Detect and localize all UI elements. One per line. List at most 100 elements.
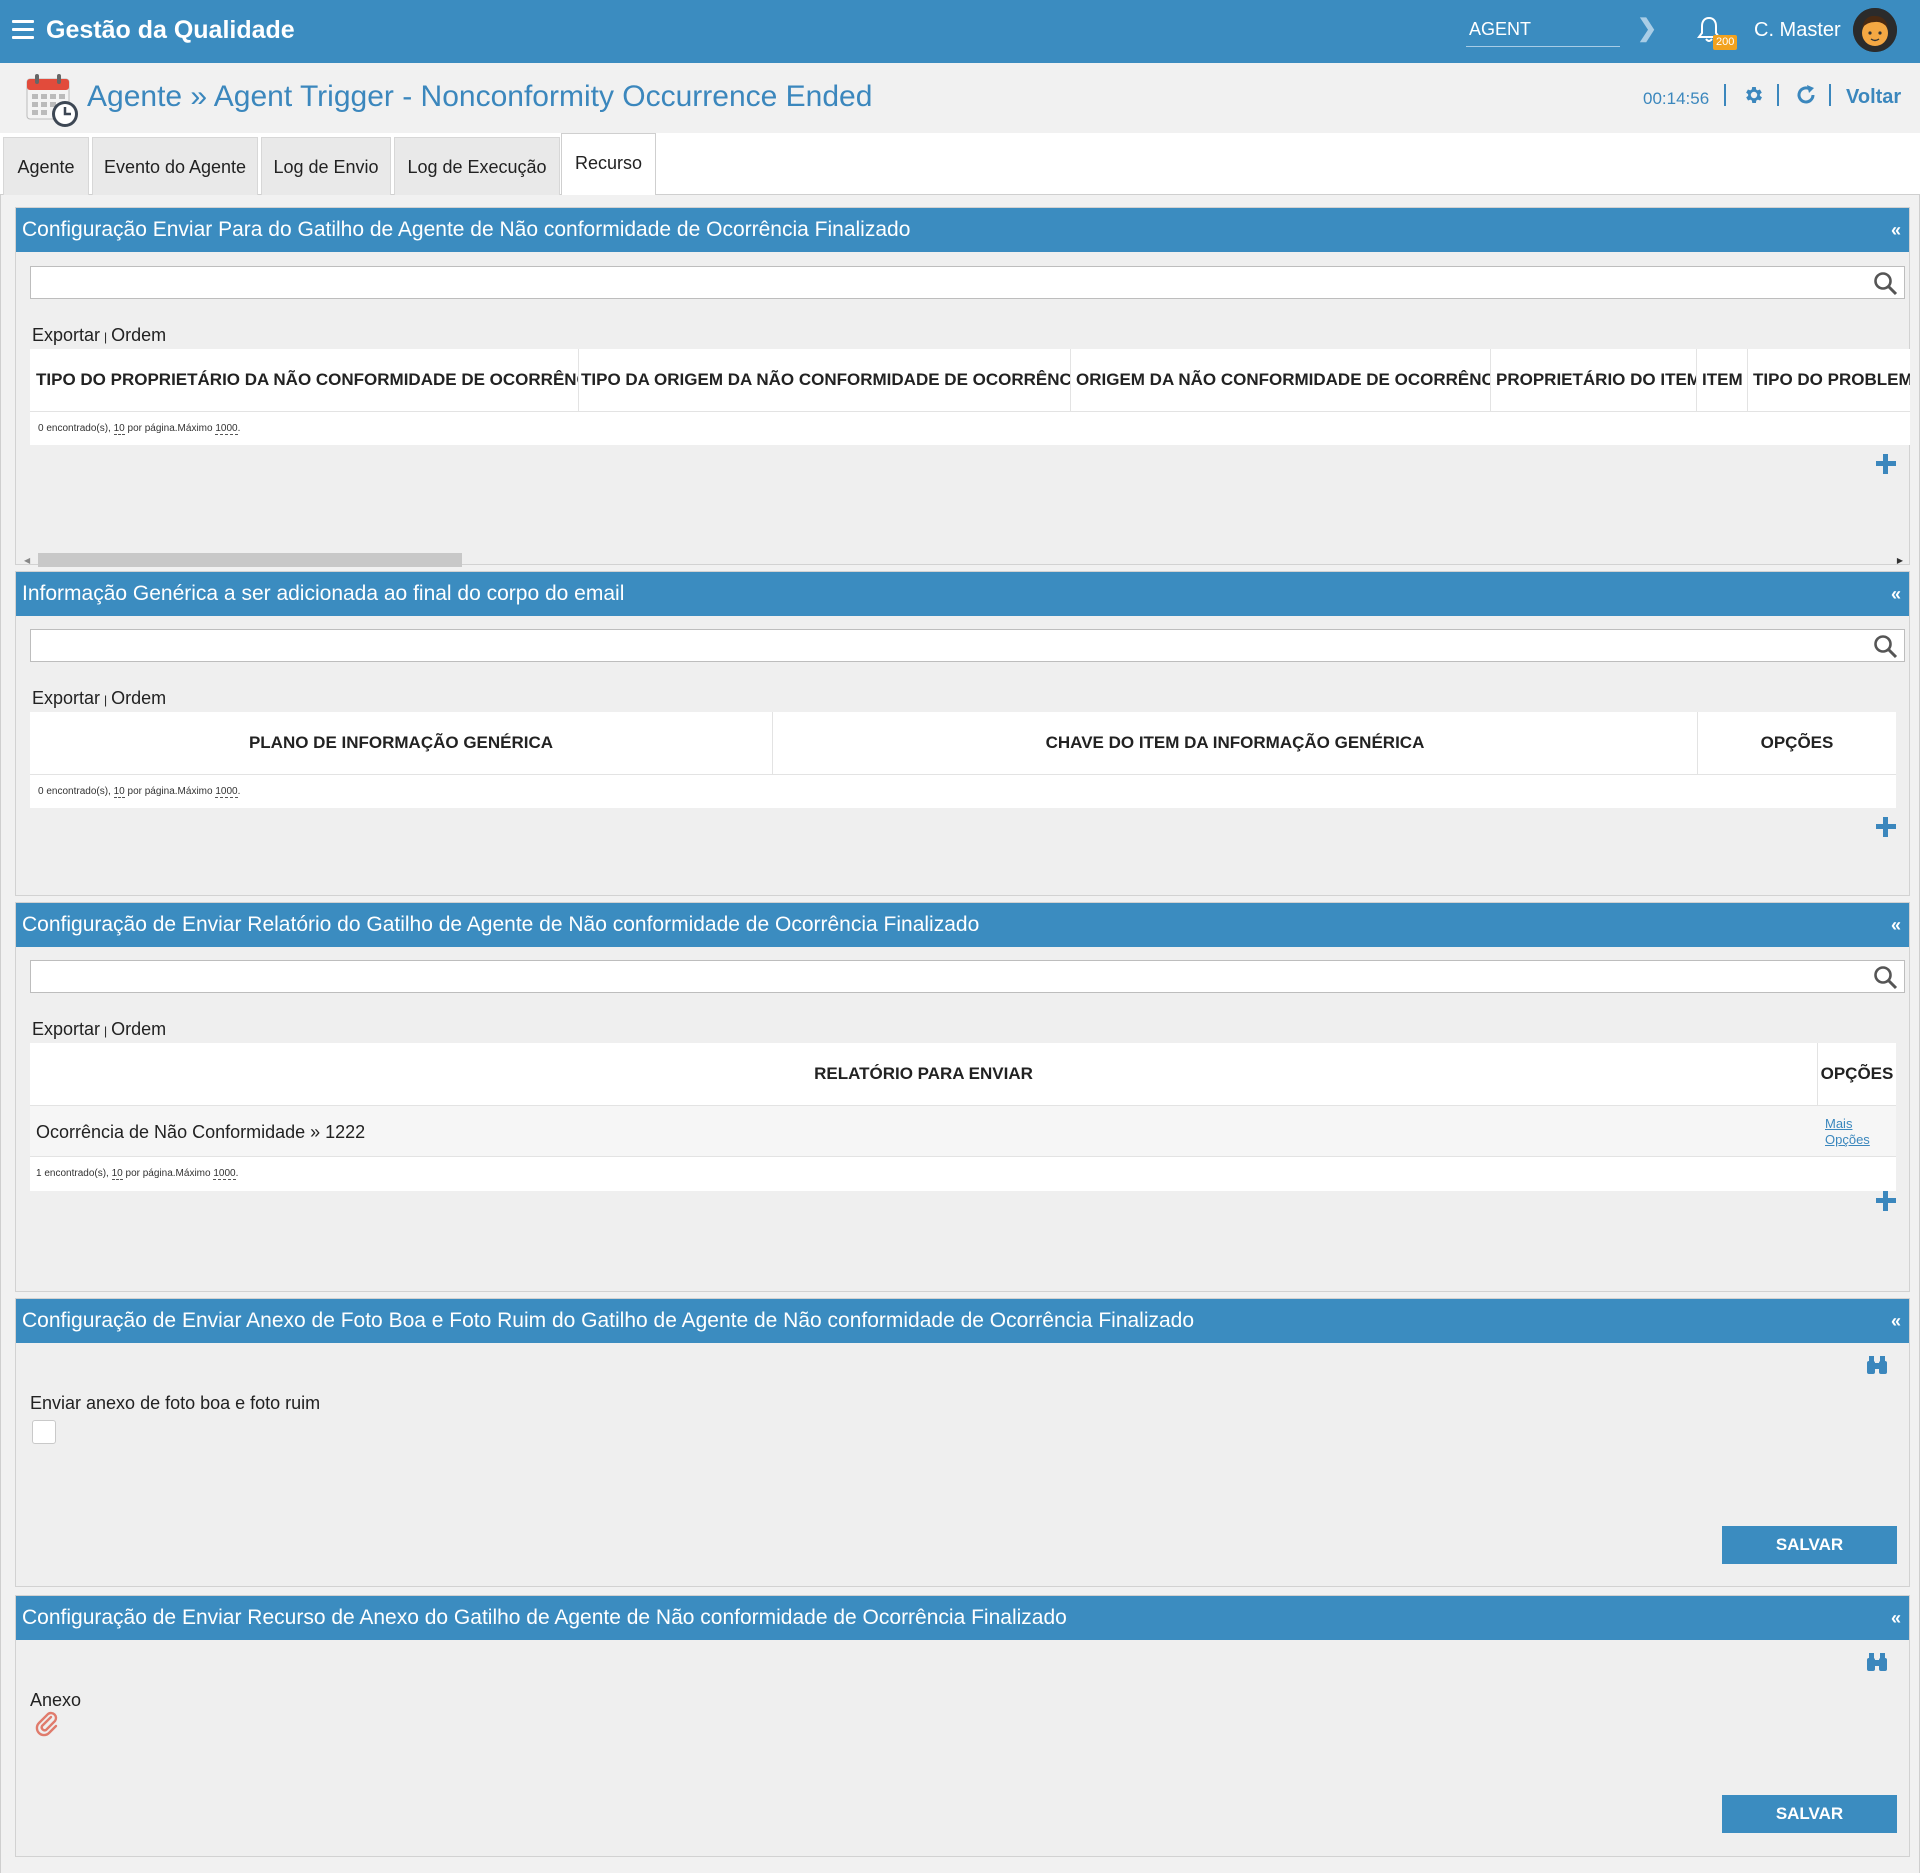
table-footer: 0 encontrado(s), 10 por página.Máximo 10… [30, 774, 1896, 808]
max-link[interactable]: 1000 [215, 786, 238, 798]
chevron-right-icon[interactable]: ❯ [1637, 14, 1657, 43]
send-to-table: TIPO DO PROPRIETÁRIO DA NÃO CONFORMIDADE… [30, 349, 1910, 445]
header-divider [1724, 84, 1726, 106]
column-header[interactable]: PLANO DE INFORMAÇÃO GENÉRICA [30, 712, 773, 774]
tab-log-de-envio[interactable]: Log de Envio [261, 137, 391, 195]
binoculars-icon[interactable] [1866, 1652, 1888, 1672]
report-name: Ocorrência de Não Conformidade » 1222 [36, 1122, 366, 1142]
content-area: Configuração Enviar Para do Gatilho de A… [0, 195, 1920, 1873]
panel-title-text: Informação Genérica a ser adicionada ao … [22, 582, 625, 605]
collapse-icon[interactable]: « [1891, 903, 1901, 947]
notification-badge: 200 [1713, 35, 1738, 50]
collapse-icon[interactable]: « [1891, 1299, 1901, 1343]
panel-title-text: Configuração de Enviar Anexo de Foto Boa… [22, 1309, 1195, 1332]
binoculars-icon[interactable] [1866, 1355, 1888, 1375]
panel-title-text: Configuração de Enviar Recurso de Anexo … [22, 1606, 1067, 1629]
field-label: Enviar anexo de foto boa e foto ruim [30, 1393, 321, 1413]
order-link[interactable]: Ordem [111, 325, 166, 345]
field-label: Anexo [30, 1690, 82, 1710]
send-to-panel: Configuração Enviar Para do Gatilho de A… [15, 207, 1910, 567]
pagination-info: 1 encontrado(s), 10 por página.Máximo 10… [36, 1168, 239, 1180]
column-header[interactable]: PROPRIETÁRIO DO ITEM [1491, 349, 1697, 411]
avatar[interactable] [1853, 8, 1897, 52]
plus-icon[interactable] [1876, 454, 1896, 474]
table-footer: 1 encontrado(s), 10 por página.Máximo 10… [30, 1157, 1896, 1191]
per-page-link[interactable]: 10 [113, 423, 125, 435]
panel-title: Configuração de Enviar Recurso de Anexo … [16, 1596, 1909, 1640]
max-link[interactable]: 1000 [213, 1168, 236, 1180]
per-page-link[interactable]: 10 [113, 786, 125, 798]
header-divider [1777, 84, 1779, 106]
calendar-clock-icon [26, 74, 78, 127]
search-icon[interactable] [1873, 271, 1898, 296]
panel-title-text: Configuração Enviar Para do Gatilho de A… [22, 218, 911, 241]
per-page-link[interactable]: 10 [111, 1168, 123, 1180]
column-header[interactable]: TIPO DA ORIGEM DA NÃO CONFORMIDADE DE OC… [581, 349, 1071, 411]
column-header[interactable]: TIPO DO PROPRIETÁRIO DA NÃO CONFORMIDADE… [36, 349, 579, 411]
gear-icon[interactable] [1743, 84, 1765, 106]
scroll-left-icon[interactable]: ◀ [24, 556, 30, 565]
scrollbar-thumb[interactable] [38, 553, 462, 567]
column-header[interactable]: ITEM [1697, 349, 1748, 411]
generic-info-panel: Informação Genérica a ser adicionada ao … [15, 571, 1910, 896]
search-icon[interactable] [1873, 965, 1898, 990]
order-link[interactable]: Ordem [111, 1019, 166, 1039]
menu-icon[interactable] [12, 20, 34, 40]
send-report-panel: Configuração de Enviar Relatório do Gati… [15, 902, 1910, 1292]
separator: | [104, 693, 108, 707]
tab-agente[interactable]: Agente [3, 137, 89, 195]
pagination-info: 0 encontrado(s), 10 por página.Máximo 10… [38, 786, 241, 798]
module-field[interactable] [1466, 13, 1620, 47]
photo-attachment-panel: Configuração de Enviar Anexo de Foto Boa… [15, 1298, 1910, 1587]
app-title: Gestão da Qualidade [46, 16, 295, 44]
max-link[interactable]: 1000 [215, 423, 238, 435]
column-header[interactable]: ORIGEM DA NÃO CONFORMIDADE DE OCORRÊNCIA [1071, 349, 1491, 411]
send-photo-checkbox[interactable] [32, 1420, 56, 1444]
session-timer: 00:14:56 [1643, 89, 1710, 108]
export-link[interactable]: Exportar [32, 1019, 100, 1039]
panel-title: Configuração de Enviar Relatório do Gati… [16, 903, 1909, 947]
export-link[interactable]: Exportar [32, 688, 100, 708]
header-divider [1829, 84, 1831, 106]
save-button[interactable]: SALVAR [1722, 1795, 1897, 1833]
refresh-icon[interactable] [1794, 83, 1818, 107]
generic-info-table: PLANO DE INFORMAÇÃO GENÉRICA CHAVE DO IT… [30, 712, 1896, 808]
send-report-table: RELATÓRIO PARA ENVIAR OPÇÕES Ocorrência … [30, 1043, 1896, 1191]
collapse-icon[interactable]: « [1891, 572, 1901, 616]
search-icon[interactable] [1873, 634, 1898, 659]
search-input[interactable] [30, 266, 1905, 299]
tab-recurso[interactable]: Recurso [561, 133, 656, 195]
separator: | [104, 1024, 108, 1038]
table-actions: Exportar | Ordem [32, 688, 166, 709]
horizontal-scrollbar[interactable]: ◀ ▶ [22, 553, 1905, 567]
column-header: OPÇÕES [1820, 1064, 1894, 1083]
save-button[interactable]: SALVAR [1722, 1526, 1897, 1564]
search-input[interactable] [30, 960, 1905, 993]
column-header[interactable]: TIPO DO PROBLEMA [1748, 349, 1910, 411]
panel-title: Informação Genérica a ser adicionada ao … [16, 572, 1909, 616]
back-link[interactable]: Voltar [1846, 86, 1901, 109]
panel-title-text: Configuração de Enviar Relatório do Gati… [22, 913, 980, 936]
panel-title: Configuração de Enviar Anexo de Foto Boa… [16, 1299, 1909, 1343]
user-name[interactable]: C. Master [1754, 19, 1841, 42]
top-bar: Gestão da Qualidade ❯ 200 C. Master [0, 0, 1920, 63]
more-options-link[interactable]: Mais Opções [1825, 1116, 1870, 1148]
export-link[interactable]: Exportar [32, 325, 100, 345]
tab-log-de-execucao[interactable]: Log de Execução [394, 137, 560, 195]
plus-icon[interactable] [1876, 1191, 1896, 1211]
collapse-icon[interactable]: « [1891, 208, 1901, 252]
plus-icon[interactable] [1876, 817, 1896, 837]
scroll-right-icon[interactable]: ▶ [1897, 556, 1903, 565]
collapse-icon[interactable]: « [1891, 1596, 1901, 1640]
search-input[interactable] [30, 629, 1905, 662]
column-header[interactable]: RELATÓRIO PARA ENVIAR [30, 1043, 1818, 1105]
attachment-resource-panel: Configuração de Enviar Recurso de Anexo … [15, 1595, 1910, 1857]
breadcrumb: Agente » Agent Trigger - Nonconformity O… [87, 80, 873, 113]
order-link[interactable]: Ordem [111, 688, 166, 708]
paperclip-icon[interactable] [34, 1711, 60, 1737]
column-header[interactable]: CHAVE DO ITEM DA INFORMAÇÃO GENÉRICA [773, 712, 1698, 774]
column-header: OPÇÕES [1760, 733, 1834, 752]
separator: | [104, 330, 108, 344]
table-row[interactable]: Ocorrência de Não Conformidade » 1222 Ma… [30, 1105, 1896, 1157]
tab-evento-do-agente[interactable]: Evento do Agente [92, 137, 258, 195]
